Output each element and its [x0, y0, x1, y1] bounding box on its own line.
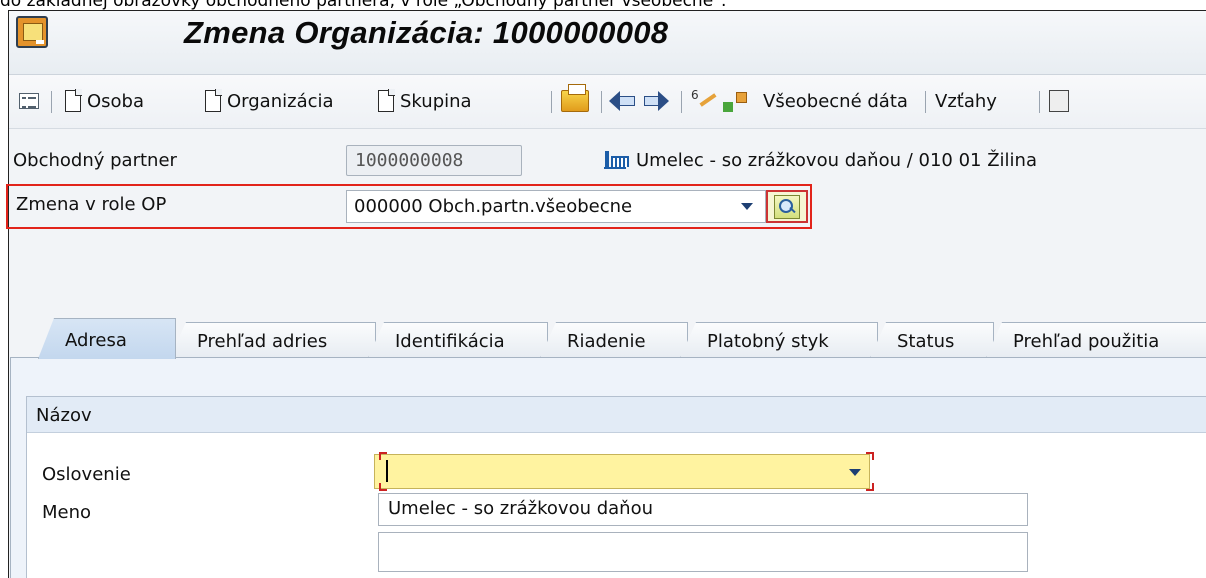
focus-corner-bottom-left [379, 483, 387, 491]
tab-identifikacia[interactable]: Identifikácia [368, 322, 548, 358]
name-2-input[interactable] [378, 532, 1028, 572]
new-document-icon [205, 89, 222, 112]
list-view-button[interactable] [19, 87, 39, 115]
toolbar-separator [1039, 91, 1040, 113]
name-group-title: Názov [27, 397, 1206, 433]
cut-off-toolbar-icon [1049, 90, 1069, 112]
title-bar: Zmena Organizácia: 1000000008 [9, 11, 1206, 75]
business-partner-description: Umelec - so zrážkovou daňou / 010 01 Žil… [636, 150, 1037, 171]
toolbar-separator [51, 91, 52, 113]
relationships-button[interactable]: Vzťahy [935, 87, 997, 115]
tab-prehlad-adries[interactable]: Prehľad adries [170, 322, 376, 358]
new-document-icon [378, 89, 395, 112]
business-partner-label: Obchodný partner [13, 150, 177, 171]
roles-button[interactable] [723, 87, 747, 115]
business-partner-number-field[interactable]: 1000000008 [346, 145, 522, 176]
new-group-button[interactable]: Skupina [378, 87, 472, 115]
glasses-icon [691, 88, 719, 112]
tab-strip: Adresa Prehľad adries Identifikácia Riad… [0, 318, 1206, 359]
more-button[interactable] [1049, 87, 1069, 115]
arrow-right-icon [643, 91, 669, 111]
toolbar-separator [681, 91, 682, 113]
new-document-icon [65, 89, 82, 112]
salutation-dropdown[interactable] [374, 454, 870, 489]
general-data-button[interactable]: Všeobecné dáta [763, 87, 908, 115]
caption-text: do základnej obrazovky obchodného partne… [0, 0, 727, 11]
switch-role-icon [774, 195, 800, 219]
focus-corner-bottom-right [866, 483, 874, 491]
text-cursor [386, 460, 388, 482]
chevron-down-icon[interactable] [849, 469, 861, 476]
focus-corner-top-right [866, 452, 874, 460]
application-toolbar: Osoba Organizácia Skupina 6 Všeobecné dá… [9, 75, 1206, 129]
forward-button[interactable] [643, 87, 669, 115]
new-organization-button[interactable]: Organizácia [205, 87, 334, 115]
list-view-icon [19, 93, 39, 109]
tab-prehlad-pouzitia[interactable]: Prehľad použitia [986, 322, 1206, 358]
sap-app-icon[interactable] [16, 16, 48, 48]
general-data-label: Všeobecné dáta [763, 90, 908, 112]
toolbar-separator [551, 91, 552, 113]
tab-status[interactable]: Status [870, 322, 994, 358]
roles-icon [723, 90, 747, 112]
chevron-down-icon[interactable] [741, 203, 753, 210]
focus-corner-top-left [379, 452, 387, 460]
tab-adresa[interactable]: Adresa [38, 318, 176, 359]
salutation-label: Oslovenie [42, 464, 131, 485]
name-input[interactable]: Umelec - so zrážkovou daňou [378, 493, 1028, 526]
where-used-button[interactable] [691, 87, 719, 115]
switch-role-button[interactable] [766, 190, 808, 223]
change-role-label: Zmena v role OP [16, 194, 167, 215]
tab-platobny-styk[interactable]: Platobný styk [680, 322, 878, 358]
new-person-label: Osoba [87, 90, 145, 112]
arrow-left-icon [609, 91, 635, 111]
role-dropdown-value: 000000 Obch.partn.všeobecne [354, 196, 633, 217]
relationships-label: Vzťahy [935, 90, 997, 112]
open-folder-icon [561, 84, 589, 112]
window-title: Zmena Organizácia: 1000000008 [184, 15, 669, 50]
tab-riadenie[interactable]: Riadenie [540, 322, 688, 358]
toolbar-separator [925, 91, 926, 113]
name-label: Meno [42, 502, 92, 523]
new-person-button[interactable]: Osoba [65, 87, 144, 115]
new-group-label: Skupina [400, 90, 472, 112]
new-organization-label: Organizácia [227, 90, 334, 112]
back-button[interactable] [609, 87, 635, 115]
sap-window-screenshot: do základnej obrazovky obchodného partne… [0, 0, 1206, 578]
organization-icon [604, 151, 629, 169]
open-button[interactable] [561, 84, 589, 115]
role-dropdown[interactable]: 000000 Obch.partn.všeobecne [346, 190, 766, 223]
toolbar-separator [601, 91, 602, 113]
